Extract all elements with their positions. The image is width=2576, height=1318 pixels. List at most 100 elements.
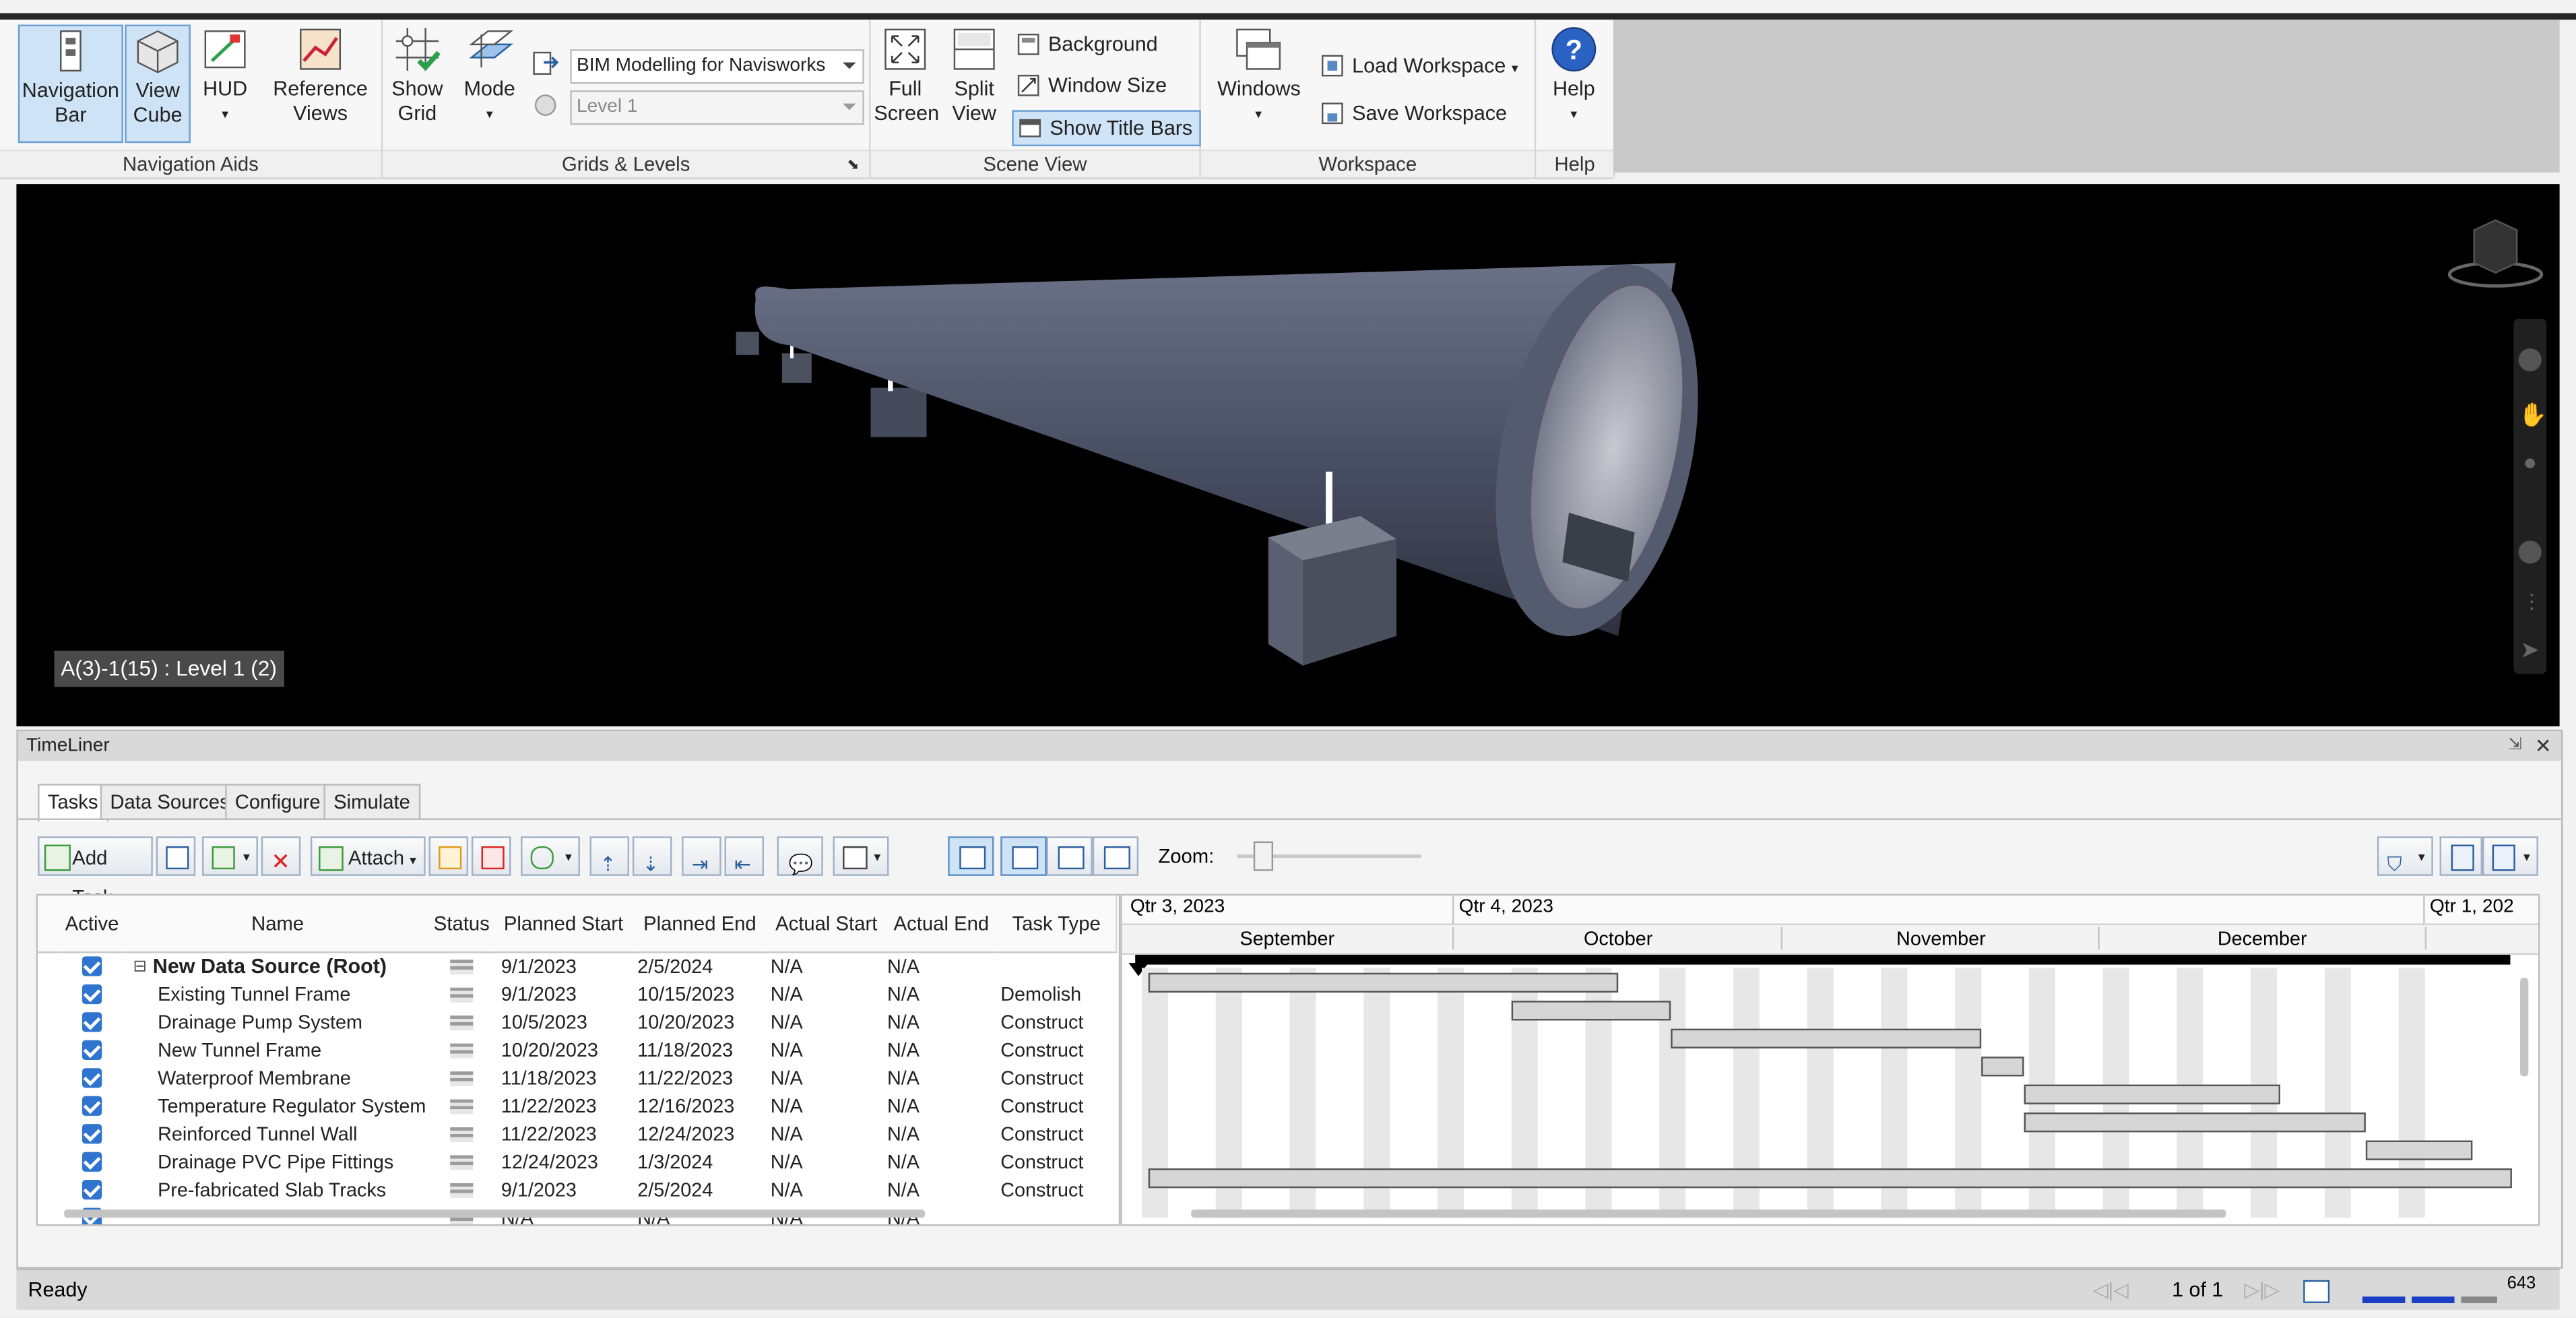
load-workspace-button[interactable]: Load Workspace ▾	[1316, 49, 1518, 82]
tab-simulate[interactable]: Simulate	[323, 784, 420, 820]
column-header-active[interactable]: Active	[57, 896, 129, 953]
collapse-icon[interactable]: ⊟	[133, 953, 147, 980]
dialog-launcher-icon[interactable]: ⬊	[847, 151, 859, 177]
gantt-task-bar[interactable]	[1671, 1028, 1981, 1048]
pan-icon[interactable]: ✋	[2519, 401, 2548, 429]
columns-button[interactable]: ▾	[833, 836, 889, 876]
active-checkbox[interactable]	[82, 1096, 102, 1116]
active-checkbox[interactable]	[82, 1012, 102, 1032]
find-items-button[interactable]: ▾	[521, 836, 580, 876]
column-header-task-type[interactable]: Task Type	[997, 896, 1118, 953]
active-checkbox[interactable]	[82, 956, 102, 976]
navigation-bar-button[interactable]: Navigation Bar	[18, 24, 123, 144]
last-page-icon[interactable]: ▷|▷	[2244, 1270, 2280, 1310]
close-icon[interactable]: ✕	[2535, 731, 2552, 761]
task-row[interactable]: New Tunnel Frame 10/20/2023 11/18/2023 N/A N…	[38, 1037, 1119, 1065]
select-icon[interactable]: ➤	[2520, 636, 2540, 664]
export-button[interactable]: ▾	[2482, 836, 2538, 876]
planned-gantt-button[interactable]	[1000, 836, 1047, 876]
delete-task-button[interactable]: ✕	[261, 836, 301, 876]
active-checkbox[interactable]	[82, 984, 102, 1005]
level-settings-icon[interactable]	[531, 90, 560, 120]
task-row[interactable]: Reinforced Tunnel Wall 11/22/2023 12/24/20…	[38, 1121, 1119, 1148]
zoom-icon[interactable]	[2525, 458, 2536, 469]
add-task-button[interactable]: Add Task	[38, 836, 153, 909]
active-checkbox[interactable]	[82, 1152, 102, 1172]
gantt-body	[1122, 954, 2538, 1224]
gantt-chart[interactable]: Qtr 3, 2023 Qtr 4, 2023 Qtr 1, 202 Septe…	[1120, 893, 2540, 1226]
hud-button[interactable]: HUD ▾	[194, 25, 257, 140]
help-button[interactable]: ? Help ▾	[1543, 25, 1605, 140]
insert-task-button[interactable]: ▾	[201, 836, 258, 876]
import-button[interactable]	[2439, 836, 2482, 876]
sheet-browser-icon[interactable]	[2303, 1280, 2330, 1303]
gantt-horizontal-scrollbar[interactable]	[1191, 1209, 2226, 1218]
column-header-planned-start[interactable]: Planned Start	[494, 896, 635, 953]
grid-horizontal-scrollbar[interactable]	[64, 1209, 926, 1218]
view-cube-button[interactable]: View Cube	[125, 24, 191, 144]
indent-button[interactable]: ⇥	[682, 836, 721, 876]
import-grid-icon[interactable]	[531, 48, 560, 77]
auto-attach-button[interactable]	[428, 836, 469, 876]
gantt-task-bar[interactable]	[1980, 1057, 2024, 1077]
auto-add-tasks-button[interactable]	[156, 836, 196, 876]
column-header-actual-end[interactable]: Actual End	[885, 896, 999, 953]
column-header-name[interactable]: Name	[126, 896, 430, 953]
show-title-bars-button[interactable]: Show Title Bars	[1012, 110, 1201, 147]
gantt-task-bar[interactable]	[1510, 1001, 1671, 1021]
reset-attach-button[interactable]	[471, 836, 511, 876]
3d-viewport[interactable]: ✋ ⋮ ➤	[16, 184, 2560, 726]
split-view-button[interactable]: Split View	[943, 25, 1006, 140]
window-size-button[interactable]: Window Size	[1012, 69, 1167, 102]
outdent-button[interactable]: ⇤	[724, 836, 765, 876]
column-header-planned-end[interactable]: Planned End	[632, 896, 769, 953]
orbit-icon[interactable]	[2518, 540, 2542, 564]
mode-button[interactable]: Mode ▾	[458, 25, 521, 140]
move-down-button[interactable]: ⇣	[632, 836, 672, 876]
task-row[interactable]: Existing Tunnel Frame 9/1/2023 10/15/2023 N…	[38, 981, 1119, 1009]
save-workspace-button[interactable]: Save Workspace	[1316, 97, 1507, 130]
show-grid-view-button[interactable]	[948, 836, 994, 876]
task-type: Construct	[1000, 1094, 1084, 1118]
active-checkbox[interactable]	[82, 1124, 102, 1144]
show-grid-button[interactable]: Show Grid	[386, 25, 449, 140]
first-page-icon[interactable]: ◁|◁	[2093, 1270, 2129, 1310]
full-screen-button[interactable]: Full Screen	[874, 25, 939, 140]
gantt-task-bar[interactable]	[2023, 1112, 2365, 1133]
task-row[interactable]: Drainage PVC Pipe Fittings 12/24/2023 1/3/…	[38, 1149, 1119, 1176]
pin-icon[interactable]: ⇲	[2508, 731, 2521, 761]
gantt-task-bar[interactable]	[2023, 1084, 2280, 1104]
tab-configure[interactable]: Configure	[225, 784, 331, 820]
filter-button[interactable]: ⛉ ▾	[2377, 836, 2433, 876]
gantt-task-bar[interactable]	[1147, 1168, 2512, 1189]
add-comment-button[interactable]: 💬	[777, 836, 823, 876]
column-header-status[interactable]: Status	[428, 896, 496, 953]
background-button[interactable]: Background	[1012, 28, 1158, 61]
task-row[interactable]: Drainage Pump System 10/5/2023 10/20/2023 N…	[38, 1009, 1119, 1036]
steering-wheel-icon[interactable]	[2518, 348, 2542, 372]
walk-icon[interactable]: ⋮	[2522, 590, 2542, 613]
gantt-vertical-scrollbar[interactable]	[2520, 978, 2529, 1077]
planned-vs-actual-button[interactable]	[1092, 836, 1139, 876]
gantt-task-bar[interactable]	[2364, 1140, 2472, 1160]
level-select[interactable]: Level 1	[570, 90, 864, 125]
attach-button[interactable]: Attach ▾	[310, 836, 426, 876]
reference-views-button[interactable]: Reference Views	[269, 25, 371, 140]
windows-button[interactable]: Windows ▾	[1217, 25, 1301, 140]
move-up-button[interactable]: ⇡	[589, 836, 630, 876]
active-checkbox[interactable]	[82, 1040, 102, 1061]
view-cube-widget[interactable]	[2445, 217, 2546, 291]
task-row[interactable]: Waterproof Membrane 11/18/2023 11/22/2023 N…	[38, 1065, 1119, 1092]
actual-gantt-button[interactable]	[1046, 836, 1093, 876]
column-header-actual-start[interactable]: Actual Start	[767, 896, 887, 953]
active-checkbox[interactable]	[82, 1068, 102, 1088]
grid-source-select[interactable]: BIM Modelling for Navisworks	[570, 49, 864, 84]
zoom-slider-thumb[interactable]	[1253, 841, 1274, 871]
gantt-task-bar[interactable]	[1147, 972, 1617, 993]
tab-data-sources[interactable]: Data Sources	[100, 784, 240, 820]
task-row-root[interactable]: ⊟ New Data Source (Root) 9/1/2023 2/5/2024 N…	[38, 953, 1119, 980]
tab-tasks[interactable]: Tasks	[38, 784, 108, 822]
task-row[interactable]: Pre-fabricated Slab Tracks 9/1/2023 2/5/20…	[38, 1176, 1119, 1204]
task-row[interactable]: Temperature Regulator System 11/22/2023 12…	[38, 1093, 1119, 1121]
active-checkbox[interactable]	[82, 1180, 102, 1200]
